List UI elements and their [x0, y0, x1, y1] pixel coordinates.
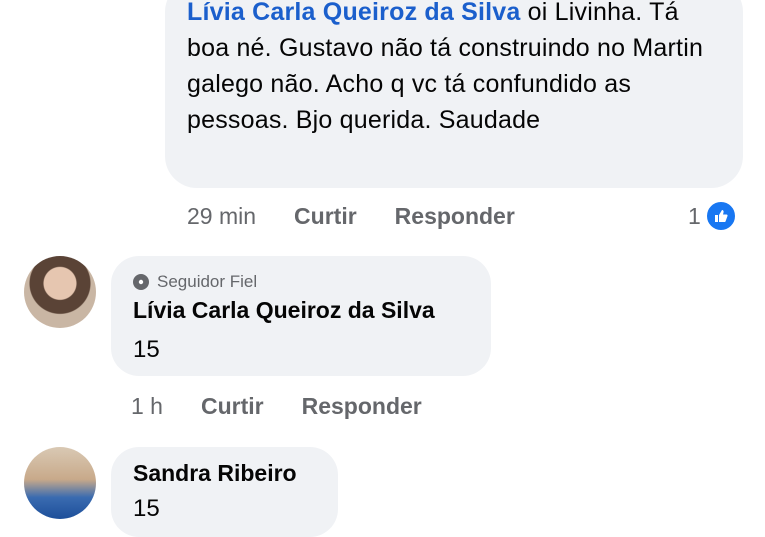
comment-body: 15 — [133, 495, 160, 522]
badge-icon — [133, 274, 149, 290]
comment-actions: 29 min Curtir Responder — [187, 200, 553, 232]
reply-button[interactable]: Responder — [302, 393, 422, 420]
thumbs-up-icon — [704, 200, 737, 232]
comment-author[interactable]: Lívia Carla Queiroz da Silva — [133, 297, 435, 324]
author-mention-link[interactable]: Lívia Carla Queiroz da Silva — [187, 0, 521, 26]
follower-badge[interactable]: Seguidor Fiel — [133, 272, 257, 292]
comment-actions: 1 h Curtir Responder — [131, 390, 460, 422]
comment-time[interactable]: 29 min — [187, 203, 256, 230]
badge-label: Seguidor Fiel — [157, 272, 258, 291]
reaction-summary[interactable]: 1 — [688, 200, 737, 232]
like-button[interactable]: Curtir — [201, 393, 264, 420]
reaction-count: 1 — [688, 202, 701, 229]
comment-author[interactable]: Sandra Ribeiro — [133, 460, 297, 487]
avatar[interactable] — [24, 256, 96, 328]
avatar[interactable] — [24, 447, 96, 519]
comment-text: Lívia Carla Queiroz da Silva oi Livinha.… — [187, 0, 727, 138]
reply-button[interactable]: Responder — [395, 203, 515, 230]
like-button[interactable]: Curtir — [294, 203, 357, 230]
comment-body: 15 — [133, 336, 160, 363]
comment-time[interactable]: 1 h — [131, 393, 163, 420]
